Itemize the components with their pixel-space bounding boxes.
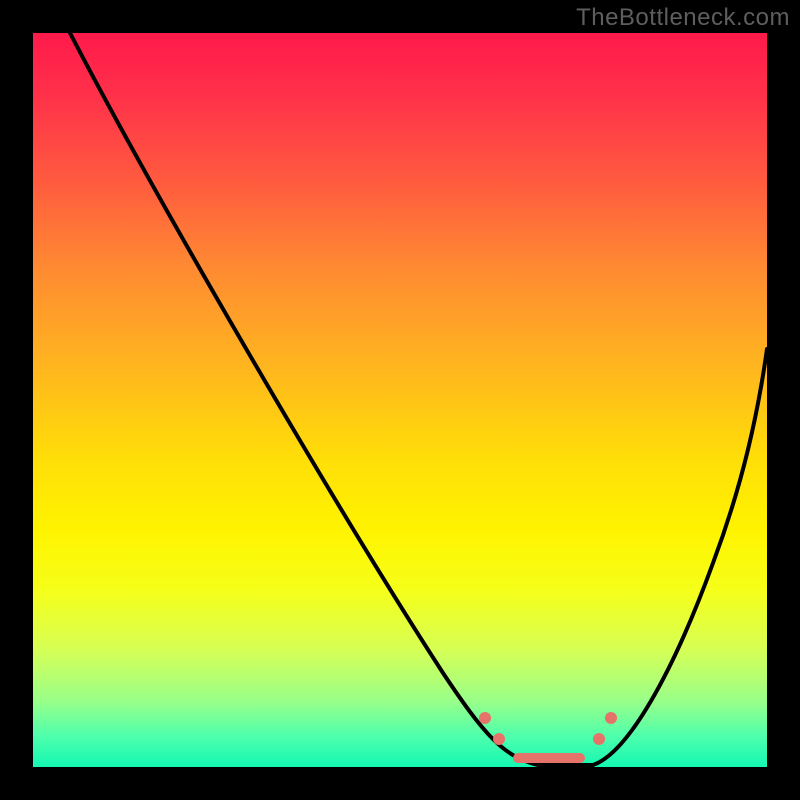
valley-marker-right-inner bbox=[593, 733, 605, 745]
valley-center-band bbox=[513, 753, 585, 763]
chart-frame: TheBottleneck.com bbox=[0, 0, 800, 800]
valley-marker-left-outer bbox=[479, 712, 491, 724]
watermark-text: TheBottleneck.com bbox=[576, 4, 790, 32]
valley-marker-right-outer bbox=[605, 712, 617, 724]
valley-markers bbox=[33, 33, 767, 767]
plot-area bbox=[33, 33, 767, 767]
valley-marker-left-inner bbox=[493, 733, 505, 745]
